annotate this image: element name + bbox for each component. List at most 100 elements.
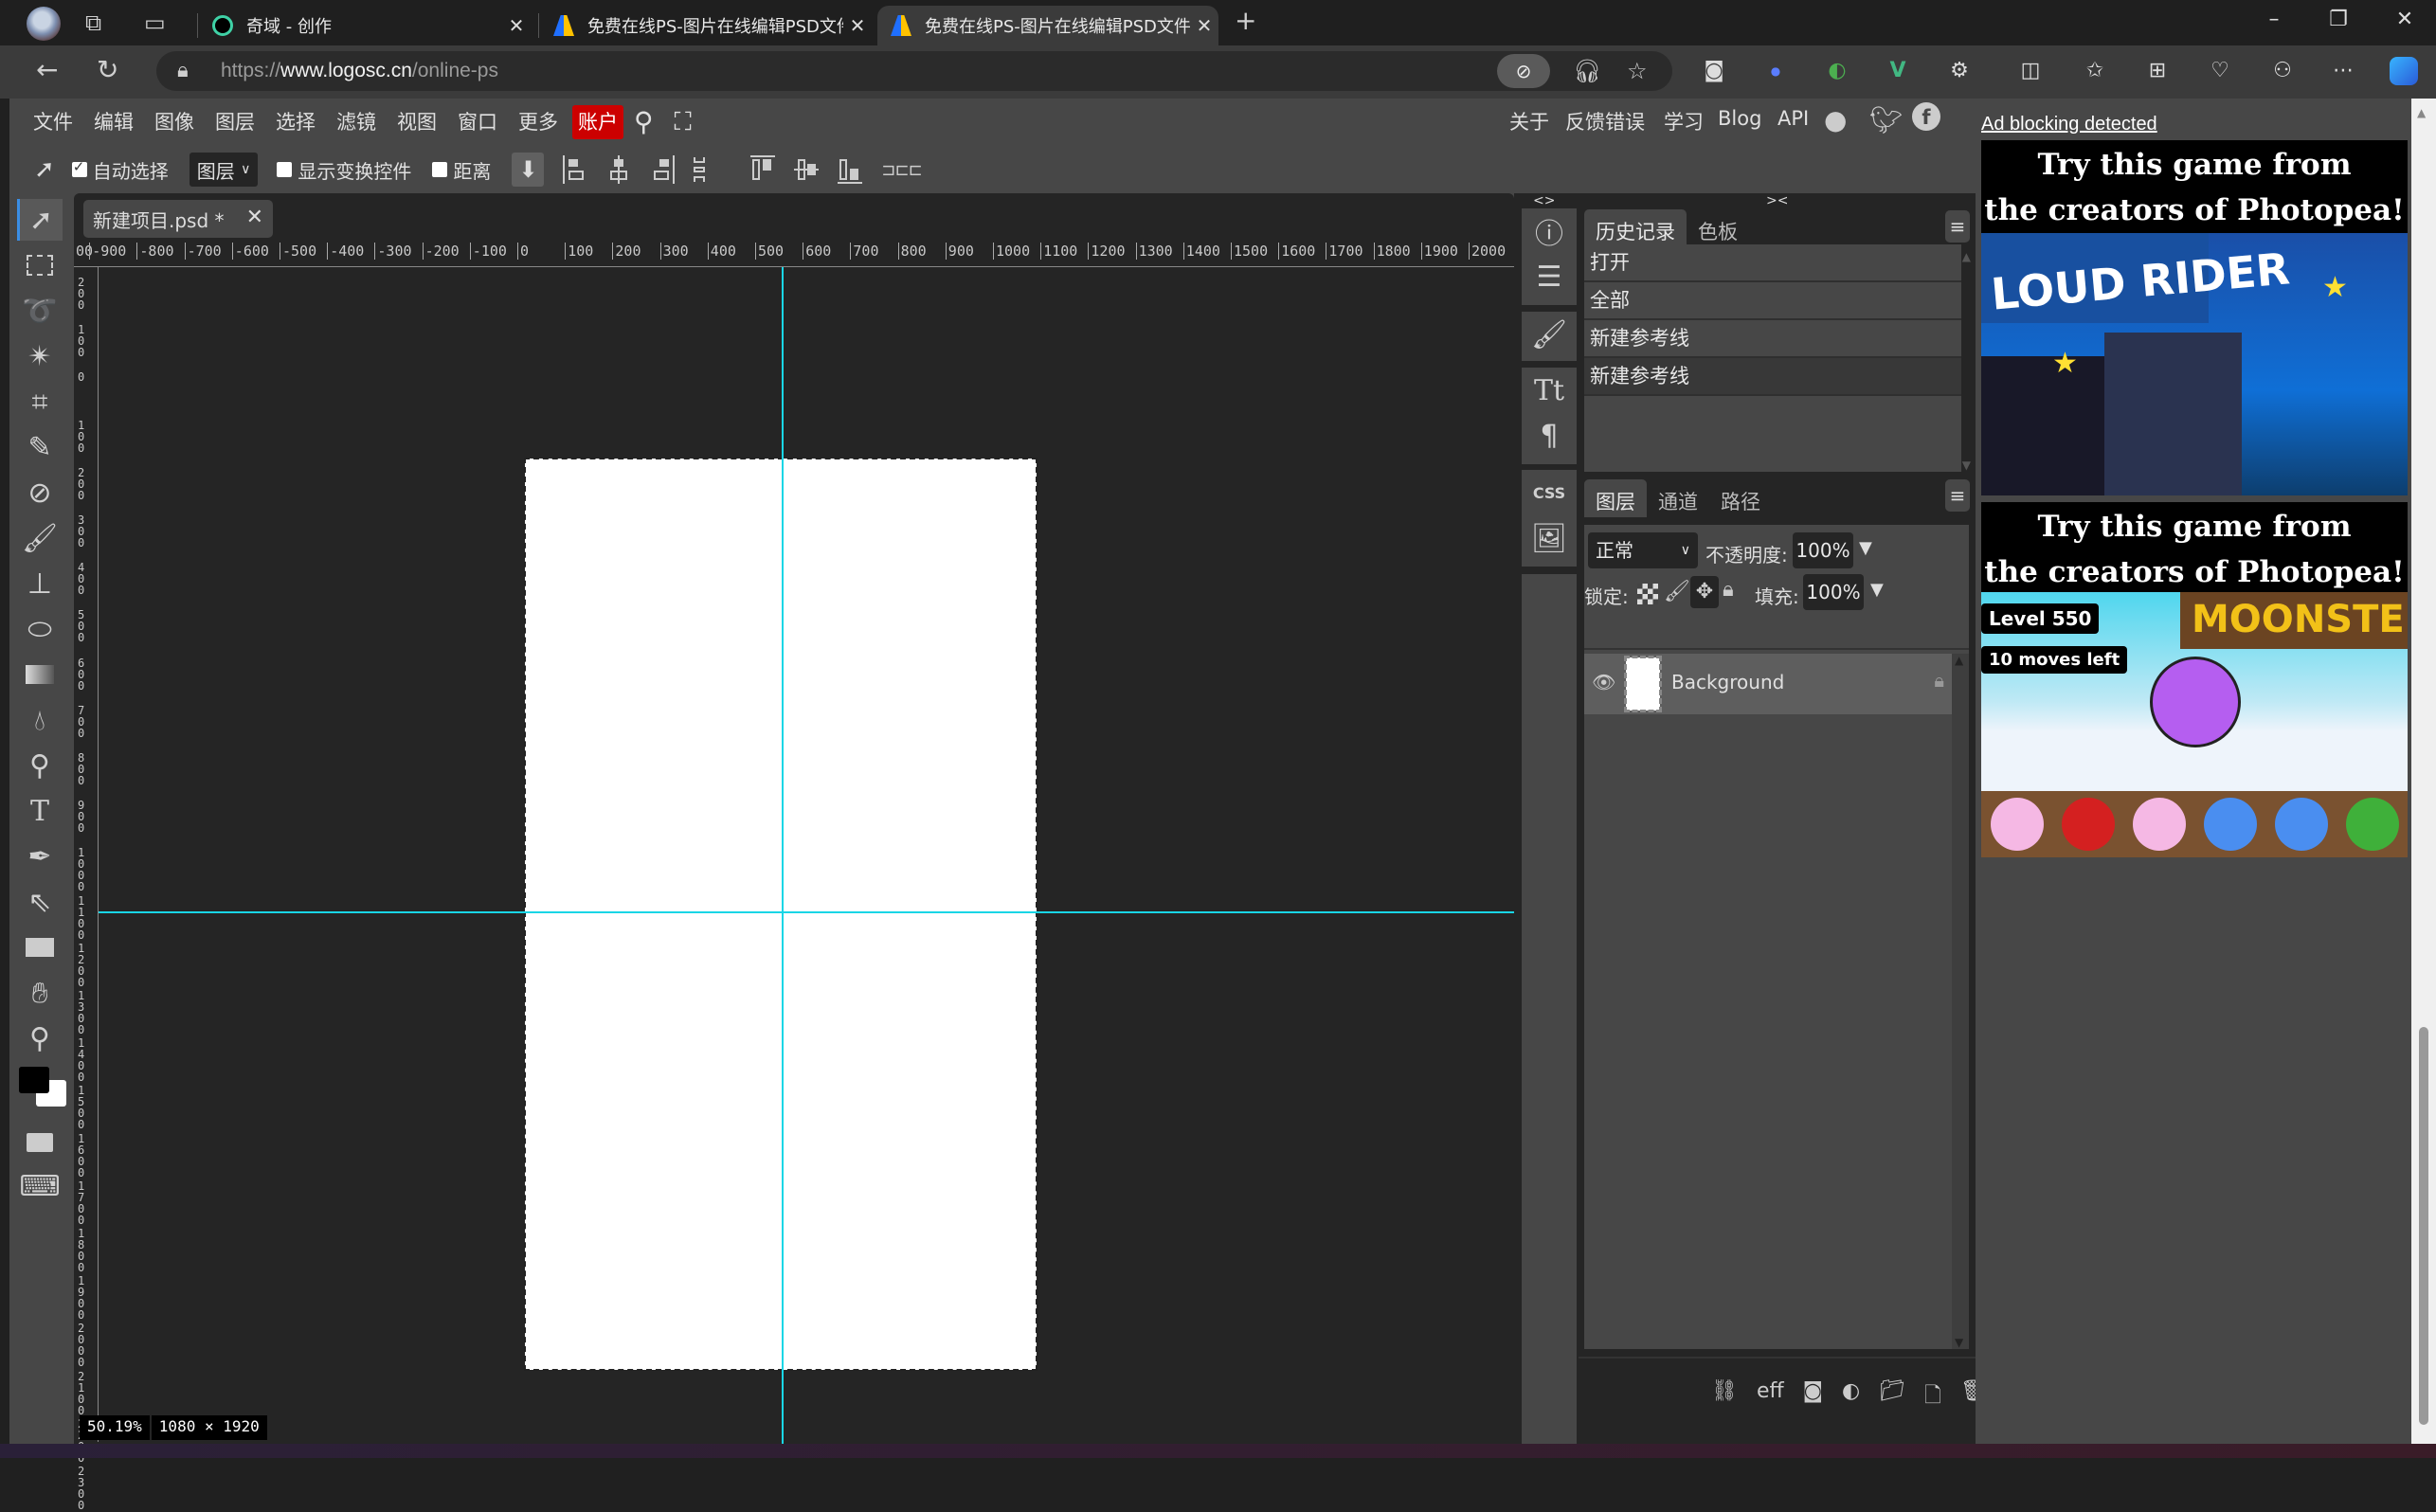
- favorite-star-icon[interactable]: ☆: [1627, 60, 1648, 82]
- magic-wand-tool[interactable]: ✴: [17, 335, 63, 377]
- brush-tool[interactable]: 🖌︎: [17, 517, 63, 559]
- keyboard-button[interactable]: ⌨: [17, 1165, 63, 1207]
- reddit-icon[interactable]: ●: [1824, 104, 1847, 135]
- new-tab-button[interactable]: +: [1235, 8, 1256, 34]
- close-document-icon[interactable]: ✕: [246, 206, 263, 229]
- history-panel-menu-icon[interactable]: ≡: [1945, 210, 1970, 243]
- fullscreen-icon[interactable]: ⛶: [664, 105, 702, 139]
- marquee-tool[interactable]: [17, 244, 63, 286]
- feedback-icon[interactable]: ⚇: [2268, 57, 2297, 85]
- close-tab-icon[interactable]: ✕: [502, 14, 531, 37]
- menu-filter[interactable]: 滤镜: [326, 105, 387, 139]
- adjustments-icon[interactable]: ☰: [1522, 254, 1577, 299]
- history-item[interactable]: 全部: [1584, 282, 1961, 320]
- css-icon[interactable]: CSS: [1522, 470, 1577, 515]
- collapse-panels-toggle[interactable]: ><: [1766, 193, 1788, 208]
- brush-settings-icon[interactable]: 🖌︎: [1522, 312, 1577, 357]
- align-left-icon[interactable]: [563, 155, 587, 184]
- scrollbar-thumb[interactable]: [2419, 1027, 2428, 1425]
- menu-more[interactable]: 更多: [508, 105, 568, 139]
- favorites-icon[interactable]: ✩: [2081, 57, 2109, 85]
- twitter-icon[interactable]: 🐦︎: [1869, 104, 1904, 135]
- tracking-prevention-icon[interactable]: ⊘: [1497, 54, 1550, 88]
- distance-checkbox[interactable]: 距离: [432, 156, 491, 184]
- menu-image[interactable]: 图像: [144, 105, 205, 139]
- opacity-input[interactable]: 100%: [1793, 532, 1853, 568]
- vertical-tabs-icon[interactable]: ▭: [144, 11, 166, 34]
- collections-icon[interactable]: ⊞: [2143, 57, 2172, 85]
- scroll-up-icon[interactable]: ▲: [1962, 250, 1971, 263]
- quick-mask-button[interactable]: [17, 1122, 63, 1163]
- zoom-tool[interactable]: ⚲: [17, 1017, 63, 1059]
- layer-row[interactable]: 👁︎ Background 🔒︎: [1584, 654, 1952, 714]
- tab-layers[interactable]: 图层: [1584, 479, 1647, 517]
- horizontal-ruler[interactable]: 00 -900 -800 -700 -600 -500 -400 -300 -200 -100 0 1…: [74, 241, 1514, 267]
- align-right-icon[interactable]: [650, 155, 676, 184]
- document-tab[interactable]: 新建项目.psd * ✕: [83, 200, 273, 238]
- menu-view[interactable]: 视图: [387, 105, 447, 139]
- canvas[interactable]: [524, 458, 1038, 1371]
- move-tool[interactable]: ➚: [17, 199, 63, 241]
- restore-button[interactable]: ❐: [2319, 8, 2357, 31]
- menu-file[interactable]: 文件: [23, 105, 83, 139]
- horizontal-guide[interactable]: [99, 911, 1514, 913]
- show-transform-controls-checkbox[interactable]: 显示变换控件: [277, 156, 411, 184]
- minimize-button[interactable]: –: [2255, 8, 2293, 31]
- layers-scrollbar[interactable]: ▲ ▼: [1952, 654, 1969, 1349]
- checkbox-icon[interactable]: [277, 162, 293, 177]
- rectangle-tool[interactable]: [17, 927, 63, 968]
- search-icon[interactable]: ⚲: [623, 105, 664, 139]
- auto-select-checkbox[interactable]: 自动选择: [71, 156, 169, 184]
- eye-visibility-icon[interactable]: 👁︎: [1592, 671, 1615, 693]
- lock-pixels-icon[interactable]: 🖌︎: [1664, 580, 1690, 603]
- healing-brush-tool[interactable]: ⊘: [17, 472, 63, 513]
- ad-loud-rider[interactable]: Try this game from the creators of Photo…: [1981, 140, 2408, 495]
- download-arrow-icon[interactable]: ⬇: [512, 153, 545, 187]
- back-icon[interactable]: ←: [36, 57, 58, 83]
- align-horizontal-center-icon[interactable]: [606, 155, 631, 184]
- hand-tool[interactable]: ✋︎: [17, 972, 63, 1014]
- gradient-tool[interactable]: [17, 654, 63, 695]
- history-item[interactable]: 新建参考线: [1584, 358, 1961, 396]
- magic-extension-icon[interactable]: ●: [1761, 57, 1790, 85]
- layer-name[interactable]: Background: [1671, 671, 1784, 693]
- scroll-up-icon[interactable]: ▲: [1955, 654, 1963, 667]
- ad-blocking-notice[interactable]: Ad blocking detected: [1981, 114, 2157, 135]
- lock-all-icon[interactable]: 🔒︎: [1723, 578, 1734, 602]
- vertical-ruler[interactable]: 200 100 0 100 200 300 400 500 600 700 800 900 1000 11…: [74, 267, 99, 1511]
- align-vertical-center-icon[interactable]: [794, 155, 820, 184]
- scroll-up-icon[interactable]: ▲: [2417, 106, 2426, 119]
- close-tab-icon[interactable]: ✕: [843, 14, 872, 37]
- ad-moonsters[interactable]: Try this game from the creators of Photo…: [1981, 502, 2408, 857]
- link-report-bug[interactable]: 反馈错误: [1565, 107, 1645, 135]
- browser-essentials-icon[interactable]: ♡: [2206, 57, 2234, 85]
- menu-edit[interactable]: 编辑: [83, 105, 144, 139]
- link-api[interactable]: API: [1777, 107, 1809, 130]
- link-blog[interactable]: Blog: [1718, 107, 1761, 130]
- add-mask-icon[interactable]: ◙: [1803, 1379, 1823, 1415]
- fill-input[interactable]: 100%: [1803, 574, 1864, 610]
- history-item[interactable]: 打开: [1584, 244, 1961, 282]
- checkbox-icon[interactable]: [71, 158, 87, 177]
- eyedropper-tool[interactable]: ✎: [17, 426, 63, 468]
- tab-channels[interactable]: 通道: [1647, 479, 1709, 517]
- new-group-folder-icon[interactable]: 📁︎: [1879, 1379, 1905, 1415]
- checkbox-icon[interactable]: [432, 162, 448, 177]
- scroll-down-icon[interactable]: ▼: [1955, 1336, 1963, 1349]
- character-icon[interactable]: Tt: [1522, 368, 1577, 413]
- link-layers-icon[interactable]: ⛓: [1711, 1379, 1738, 1415]
- close-tab-icon[interactable]: ✕: [1190, 14, 1218, 37]
- distribute-vertical-icon[interactable]: [694, 155, 707, 184]
- read-aloud-icon[interactable]: 🎧︎: [1573, 60, 1601, 82]
- extension-dual-icon[interactable]: ◙: [1700, 57, 1728, 85]
- lock-icon[interactable]: 🔒︎: [177, 60, 189, 82]
- split-screen-icon[interactable]: ◫: [2016, 57, 2045, 85]
- clone-stamp-tool[interactable]: ⊥: [17, 563, 63, 604]
- blend-mode-dropdown[interactable]: 正常 ∨: [1588, 532, 1698, 568]
- align-bottom-icon[interactable]: [838, 155, 863, 184]
- layer-lock-icon[interactable]: 🔒︎: [1934, 669, 1944, 692]
- tab-history[interactable]: 历史记录: [1584, 209, 1687, 247]
- path-select-tool[interactable]: ⇖: [17, 881, 63, 923]
- adjustment-layer-icon[interactable]: ◐: [1842, 1379, 1860, 1415]
- copilot-icon[interactable]: [2390, 57, 2418, 85]
